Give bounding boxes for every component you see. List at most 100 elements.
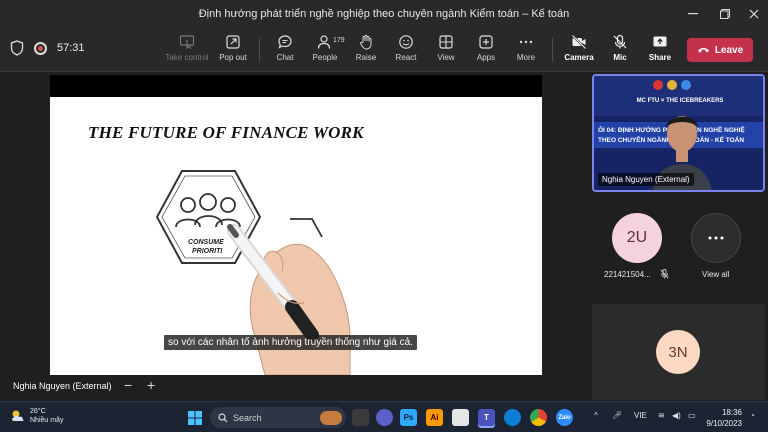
raise-hand-button[interactable]: Raise: [344, 34, 388, 68]
taskbar-search[interactable]: Search: [210, 407, 346, 428]
react-label: React: [395, 53, 417, 62]
system-clock[interactable]: 18:36 9/10/2023: [702, 407, 742, 429]
second-hexagon: [290, 218, 323, 238]
slide-illustration: CONSUME PRIORITI: [155, 170, 351, 375]
mic-button[interactable]: Mic: [598, 34, 642, 68]
app-icon[interactable]: [452, 409, 469, 426]
participant-avatar[interactable]: 3N: [656, 330, 700, 374]
take-control-label: Take control: [165, 53, 209, 62]
people-icon: [317, 35, 331, 49]
share-button[interactable]: Share: [638, 34, 682, 68]
weather-temp: 26°C: [30, 408, 46, 415]
meeting-timer: 57:31: [57, 42, 85, 54]
participant-video-name: Nghia Nguyen (External): [598, 173, 694, 186]
teams-chat-icon[interactable]: [376, 409, 393, 426]
divider: [552, 38, 553, 62]
shared-screen: THE FUTURE OF FINANCE WORK CONSUME PRIOR…: [50, 75, 542, 375]
search-placeholder: Search: [233, 412, 262, 423]
language-indicator[interactable]: VIE: [634, 411, 647, 420]
grid-view-icon: [439, 35, 453, 49]
chat-button[interactable]: Chat: [263, 34, 307, 68]
video-banner-line1: MC FTU × THE ICEBREAKERS: [637, 98, 724, 104]
mic-muted-icon: [660, 269, 669, 279]
weather-widget[interactable]: 26°C Nhiều mây: [10, 407, 63, 425]
hand-icon: [360, 35, 372, 50]
windows-taskbar: 26°C Nhiều mây Search Ps Ai T Zalo ^ 🎤︎ …: [0, 401, 768, 432]
hexagon-label-line2: PRIORITI: [192, 248, 223, 255]
zalo-icon[interactable]: Zalo: [556, 409, 573, 426]
divider: [259, 38, 260, 62]
tray-chevron-icon[interactable]: ^: [594, 411, 598, 420]
add-apps-icon: [479, 35, 493, 49]
camera-label: Camera: [564, 53, 594, 62]
notification-icon[interactable]: ◔: [750, 411, 755, 420]
apps-label: Apps: [476, 53, 496, 62]
people-count: 179: [333, 37, 345, 44]
close-button[interactable]: [738, 0, 768, 28]
leave-label: Leave: [714, 44, 744, 56]
apps-button[interactable]: Apps: [464, 34, 508, 68]
take-control-icon: [179, 35, 195, 50]
people-button[interactable]: 179 People: [303, 34, 347, 68]
drawing-hand-illustration: [227, 224, 351, 375]
presenter-name: Nghia Nguyen (External): [13, 381, 112, 391]
volume-icon[interactable]: ◀): [672, 411, 681, 420]
teams-icon[interactable]: T: [478, 409, 495, 426]
presentation-slide: THE FUTURE OF FINANCE WORK CONSUME PRIOR…: [50, 97, 542, 375]
participant-name: 221421504...: [604, 270, 651, 279]
mic-off-icon: [613, 34, 627, 49]
leave-button[interactable]: Leave: [687, 38, 753, 62]
participant-video-tile[interactable]: MC FTU × THE ICEBREAKERS ỐI 04: ĐỊNH HƯỚ…: [592, 74, 765, 192]
shield-icon[interactable]: [10, 40, 24, 56]
view-label: View: [437, 53, 455, 62]
start-button[interactable]: [186, 409, 203, 426]
search-icon: [218, 412, 228, 422]
zoom-in-button[interactable]: +: [147, 377, 155, 393]
logo-icon: [681, 80, 691, 90]
hexagon-label-line1: CONSUME: [188, 239, 224, 246]
photoshop-icon[interactable]: Ps: [400, 409, 417, 426]
smiley-icon: [399, 35, 413, 49]
edge-icon[interactable]: [504, 409, 521, 426]
logo-icon: [667, 80, 677, 90]
windows-logo-icon: [187, 410, 202, 425]
camera-off-icon: [571, 34, 587, 50]
chat-icon: [278, 35, 292, 49]
live-caption: so với các nhân tố ảnh hưởng truyền thốn…: [164, 335, 417, 350]
task-view-icon[interactable]: [352, 409, 369, 426]
more-icon: [708, 236, 724, 240]
wifi-icon[interactable]: ≋: [658, 411, 665, 420]
more-button[interactable]: More: [504, 34, 548, 68]
minimize-icon: [688, 13, 698, 15]
participant-avatar[interactable]: 2U: [612, 213, 662, 263]
title-bar: Định hướng phát triển nghề nghiệp theo c…: [0, 0, 768, 28]
zoom-out-button[interactable]: −: [124, 377, 132, 393]
more-icon: [519, 40, 533, 44]
restore-icon: [720, 9, 730, 19]
chat-label: Chat: [276, 53, 294, 62]
view-all-button[interactable]: [691, 213, 741, 263]
react-button[interactable]: React: [384, 34, 428, 68]
share-label: Share: [648, 53, 672, 62]
take-control-button[interactable]: Take control: [165, 34, 209, 68]
meeting-toolbar: 57:31 Take control Pop out Chat 179 Peop…: [0, 28, 768, 72]
clock-time: 18:36: [721, 408, 742, 417]
meeting-info: 57:31: [10, 40, 85, 56]
clock-date: 9/10/2023: [706, 419, 742, 428]
chrome-icon[interactable]: [530, 409, 547, 426]
shared-content-stage: THE FUTURE OF FINANCE WORK CONSUME PRIOR…: [0, 73, 590, 400]
battery-icon[interactable]: ▭: [688, 411, 696, 420]
view-button[interactable]: View: [424, 34, 468, 68]
share-screen-icon: [653, 36, 667, 47]
raise-label: Raise: [355, 53, 377, 62]
camera-button[interactable]: Camera: [557, 34, 601, 68]
pop-out-icon: [226, 35, 240, 49]
weather-desc: Nhiều mây: [30, 417, 64, 424]
people-label: People: [312, 53, 338, 62]
maximize-button[interactable]: [709, 0, 741, 28]
illustrator-icon[interactable]: Ai: [426, 409, 443, 426]
pop-out-button[interactable]: Pop out: [211, 34, 255, 68]
search-highlight-icon: [320, 410, 342, 425]
minimize-button[interactable]: [677, 0, 709, 28]
tray-mic-icon[interactable]: 🎤︎: [612, 411, 622, 420]
